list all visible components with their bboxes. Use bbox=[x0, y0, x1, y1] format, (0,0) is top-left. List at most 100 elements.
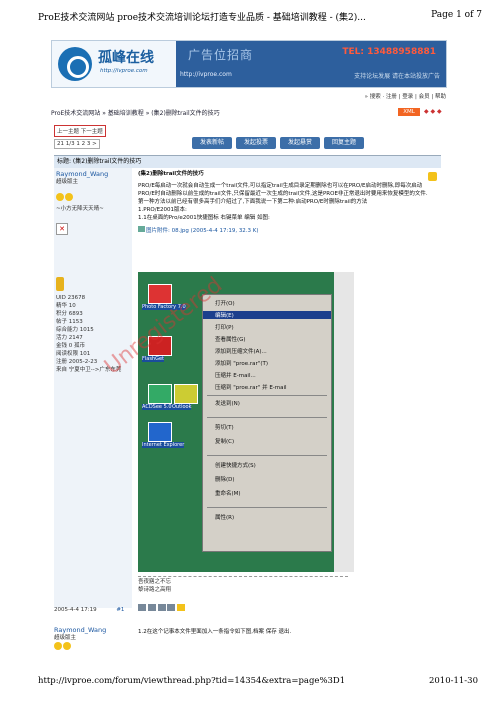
email-icon[interactable] bbox=[157, 604, 166, 611]
app-icon bbox=[174, 384, 198, 404]
menu-separator bbox=[207, 455, 327, 456]
signature-line: 黎诗路之高翔 bbox=[138, 587, 172, 593]
stat-digest: 精华 10 bbox=[56, 303, 76, 309]
menu-item-cut[interactable]: 剪切(T) bbox=[215, 423, 234, 431]
window-edge bbox=[334, 272, 354, 572]
logo-url: http://ivproe.com bbox=[100, 68, 148, 74]
post-title: (集2)删除trail文件的技巧 bbox=[138, 171, 204, 177]
image-icon bbox=[138, 226, 145, 232]
post2-author-block: Raymond_Wang 超级版主 bbox=[54, 626, 106, 652]
menu-item-properties[interactable]: 属性(R) bbox=[215, 513, 234, 521]
menu-separator bbox=[207, 507, 327, 508]
thread-title: 标题: (集2)删除trail文件的技巧 bbox=[57, 158, 142, 165]
post-time: 2005-4-4 17:19 bbox=[54, 607, 97, 613]
pagination[interactable]: 21 1/3 1 2 3 > bbox=[54, 139, 100, 149]
stat-ability: 综合能力 1015 bbox=[56, 327, 94, 333]
smiley-icon bbox=[65, 193, 73, 201]
post-body: (集2)删除trail文件的技巧 PRO/E每启动一次就会自动生成一个trail… bbox=[138, 170, 438, 235]
post-paragraph: 1.PRO/E2001版本: bbox=[138, 207, 187, 213]
post-paragraph: 1.1在桌面的Pro/e2001快捷图标 右键菜单 编辑 如图: bbox=[138, 215, 270, 221]
smiley-icon bbox=[63, 642, 71, 650]
profile-icon[interactable] bbox=[138, 604, 147, 611]
post2-author-name[interactable]: Raymond_Wang bbox=[54, 626, 106, 634]
attachment-link[interactable]: 图片附件: 08.jpg (2005-4-4 17:19, 32.3 K) bbox=[138, 226, 438, 235]
menu-item-add-archive[interactable]: 添加到压缩文件(A)... bbox=[215, 347, 267, 355]
logo-name: 孤峰在线 bbox=[98, 50, 154, 66]
post2-author-role: 超级版主 bbox=[54, 635, 77, 641]
stat-posts: 帖子 1153 bbox=[56, 319, 83, 325]
app-icon bbox=[148, 422, 172, 442]
menu-item-send-to[interactable]: 发送到(N) bbox=[215, 399, 240, 407]
author-role: 超级版主 bbox=[56, 179, 79, 185]
desktop-icon-label: Outlook bbox=[172, 404, 192, 410]
pdf-footer-date: 2010-11-30 bbox=[428, 676, 478, 686]
hand-icon[interactable] bbox=[177, 604, 186, 611]
post-floor[interactable]: #1 bbox=[116, 607, 124, 613]
post-footer: 2005-4-4 17:19 #1 bbox=[54, 604, 186, 613]
signature: 吾夜寤之不忘 黎诗路之高翔 bbox=[138, 578, 171, 594]
app-icon bbox=[148, 284, 172, 304]
author-badges bbox=[56, 186, 130, 205]
pdf-footer-url: http://ivproe.com/forum/viewthread.php?t… bbox=[38, 676, 346, 686]
stat-points: 积分 6893 bbox=[56, 311, 83, 317]
ad-phone: TEL: 13488958881 bbox=[342, 47, 436, 57]
thread-title-bar: 标题: (集2)删除trail文件的技巧 bbox=[54, 155, 441, 168]
menu-item-edit[interactable]: 编辑(E) bbox=[203, 311, 331, 319]
prev-next-links[interactable]: 上一主题 下一主题 bbox=[54, 125, 106, 137]
medal-icon bbox=[56, 277, 64, 291]
app-icon bbox=[148, 384, 172, 404]
menu-item-create-shortcut[interactable]: 创建快捷方式(S) bbox=[215, 461, 256, 469]
signature-line: 吾夜寤之不忘 bbox=[138, 579, 172, 585]
smiley-icon bbox=[56, 193, 64, 201]
menu-item-copy[interactable]: 复制(C) bbox=[215, 437, 234, 445]
menu-item-compress-email[interactable]: 压缩并 E-mail... bbox=[215, 371, 256, 379]
home-icon[interactable] bbox=[167, 604, 176, 611]
ad-text: 广告位招商 bbox=[188, 48, 254, 62]
menu-separator bbox=[207, 395, 327, 396]
post2-badges bbox=[54, 642, 106, 652]
smiley-icon bbox=[54, 642, 62, 650]
desktop-icon-label: ACDSee 5.0 bbox=[142, 404, 172, 410]
context-menu: 打开(O) 编辑(E) 打印(P) 查看属性(G) 添加到压缩文件(A)... … bbox=[202, 294, 332, 552]
post-paragraph: PRO/E每启动一次就会自动生成一个trail文件,可以指定trail生成目录定… bbox=[138, 183, 428, 197]
pdf-page-number: Page 1 of 7 bbox=[431, 10, 482, 20]
menu-item-open[interactable]: 打开(O) bbox=[215, 299, 235, 307]
desktop-icon-label: Internet Explorer bbox=[142, 442, 185, 448]
top-links[interactable]: » 搜索 · 注册 | 登录 | 会员 | 帮助 bbox=[365, 92, 446, 100]
ad-subtext: 支持论坛发展 请在本站投放广告 bbox=[354, 73, 440, 80]
broken-avatar-icon: ✕ bbox=[56, 223, 68, 235]
desktop-icon-label: FlashGet bbox=[142, 356, 165, 362]
menu-item-rename[interactable]: 重命名(M) bbox=[215, 489, 241, 497]
menu-item-add-rar[interactable]: 添加到 "proe.rar"(T) bbox=[215, 359, 268, 367]
new-reward-button[interactable]: 发起悬赏 bbox=[280, 137, 320, 149]
menu-item-compress-rar-email[interactable]: 压缩到 "proe.rar" 并 E-mail bbox=[215, 383, 287, 391]
post2-body: 1.2在这个记事本文件里面加入一条指令如下图,档案 保存 退出. bbox=[138, 629, 292, 635]
menu-separator bbox=[207, 417, 327, 418]
logo-icon bbox=[58, 47, 92, 81]
menu-item-print[interactable]: 打印(P) bbox=[215, 323, 234, 331]
author-sidebar: Raymond_Wang 超级版主 ~小方无降天天晴~ ✕ UID 23678 … bbox=[54, 168, 132, 608]
pdf-header-title: ProE技术交流网站 proe技术交流培训论坛打造专业品质 - 基础培训教程 -… bbox=[38, 13, 366, 23]
menu-item-properties-view[interactable]: 查看属性(G) bbox=[215, 335, 246, 343]
new-thread-button[interactable]: 发表新帖 bbox=[192, 137, 232, 149]
signature-divider bbox=[138, 576, 348, 577]
nav-arrows[interactable]: ◆ ◆ ◆ bbox=[424, 108, 442, 115]
ad-banner[interactable]: 广告位招商 TEL: 13488958881 http://ivproe.com… bbox=[176, 41, 446, 87]
stat-uid: UID 23678 bbox=[56, 295, 86, 301]
reply-button[interactable]: 回复主题 bbox=[324, 137, 364, 149]
post-paragraph: 第一种方法以前已经有很多高手们介绍过了,下面我说一下第二种:启动PRO/E时删除… bbox=[138, 199, 368, 205]
site-banner: 孤峰在线 http://ivproe.com 广告位招商 TEL: 134889… bbox=[51, 40, 447, 88]
message-icon[interactable] bbox=[147, 604, 156, 611]
author-name[interactable]: Raymond_Wang bbox=[56, 170, 130, 178]
site-logo[interactable]: 孤峰在线 http://ivproe.com bbox=[52, 41, 176, 87]
attachment-label: 图片附件: 08.jpg (2005-4-4 17:19, 32.3 K) bbox=[146, 228, 259, 234]
menu-item-delete[interactable]: 删除(D) bbox=[215, 475, 235, 483]
xml-feed-button[interactable]: XML bbox=[398, 108, 420, 116]
breadcrumb[interactable]: ProE技术交流网站 » 基础培训教程 » (集2)删除trail文件的技巧 bbox=[51, 108, 220, 117]
author-quote: ~小方无降天天晴~ bbox=[56, 206, 104, 212]
stat-activity: 活力 2147 bbox=[56, 335, 83, 341]
ad-url: http://ivproe.com bbox=[180, 71, 232, 78]
new-poll-button[interactable]: 发起投票 bbox=[236, 137, 276, 149]
thumbs-up-icon bbox=[428, 172, 437, 181]
